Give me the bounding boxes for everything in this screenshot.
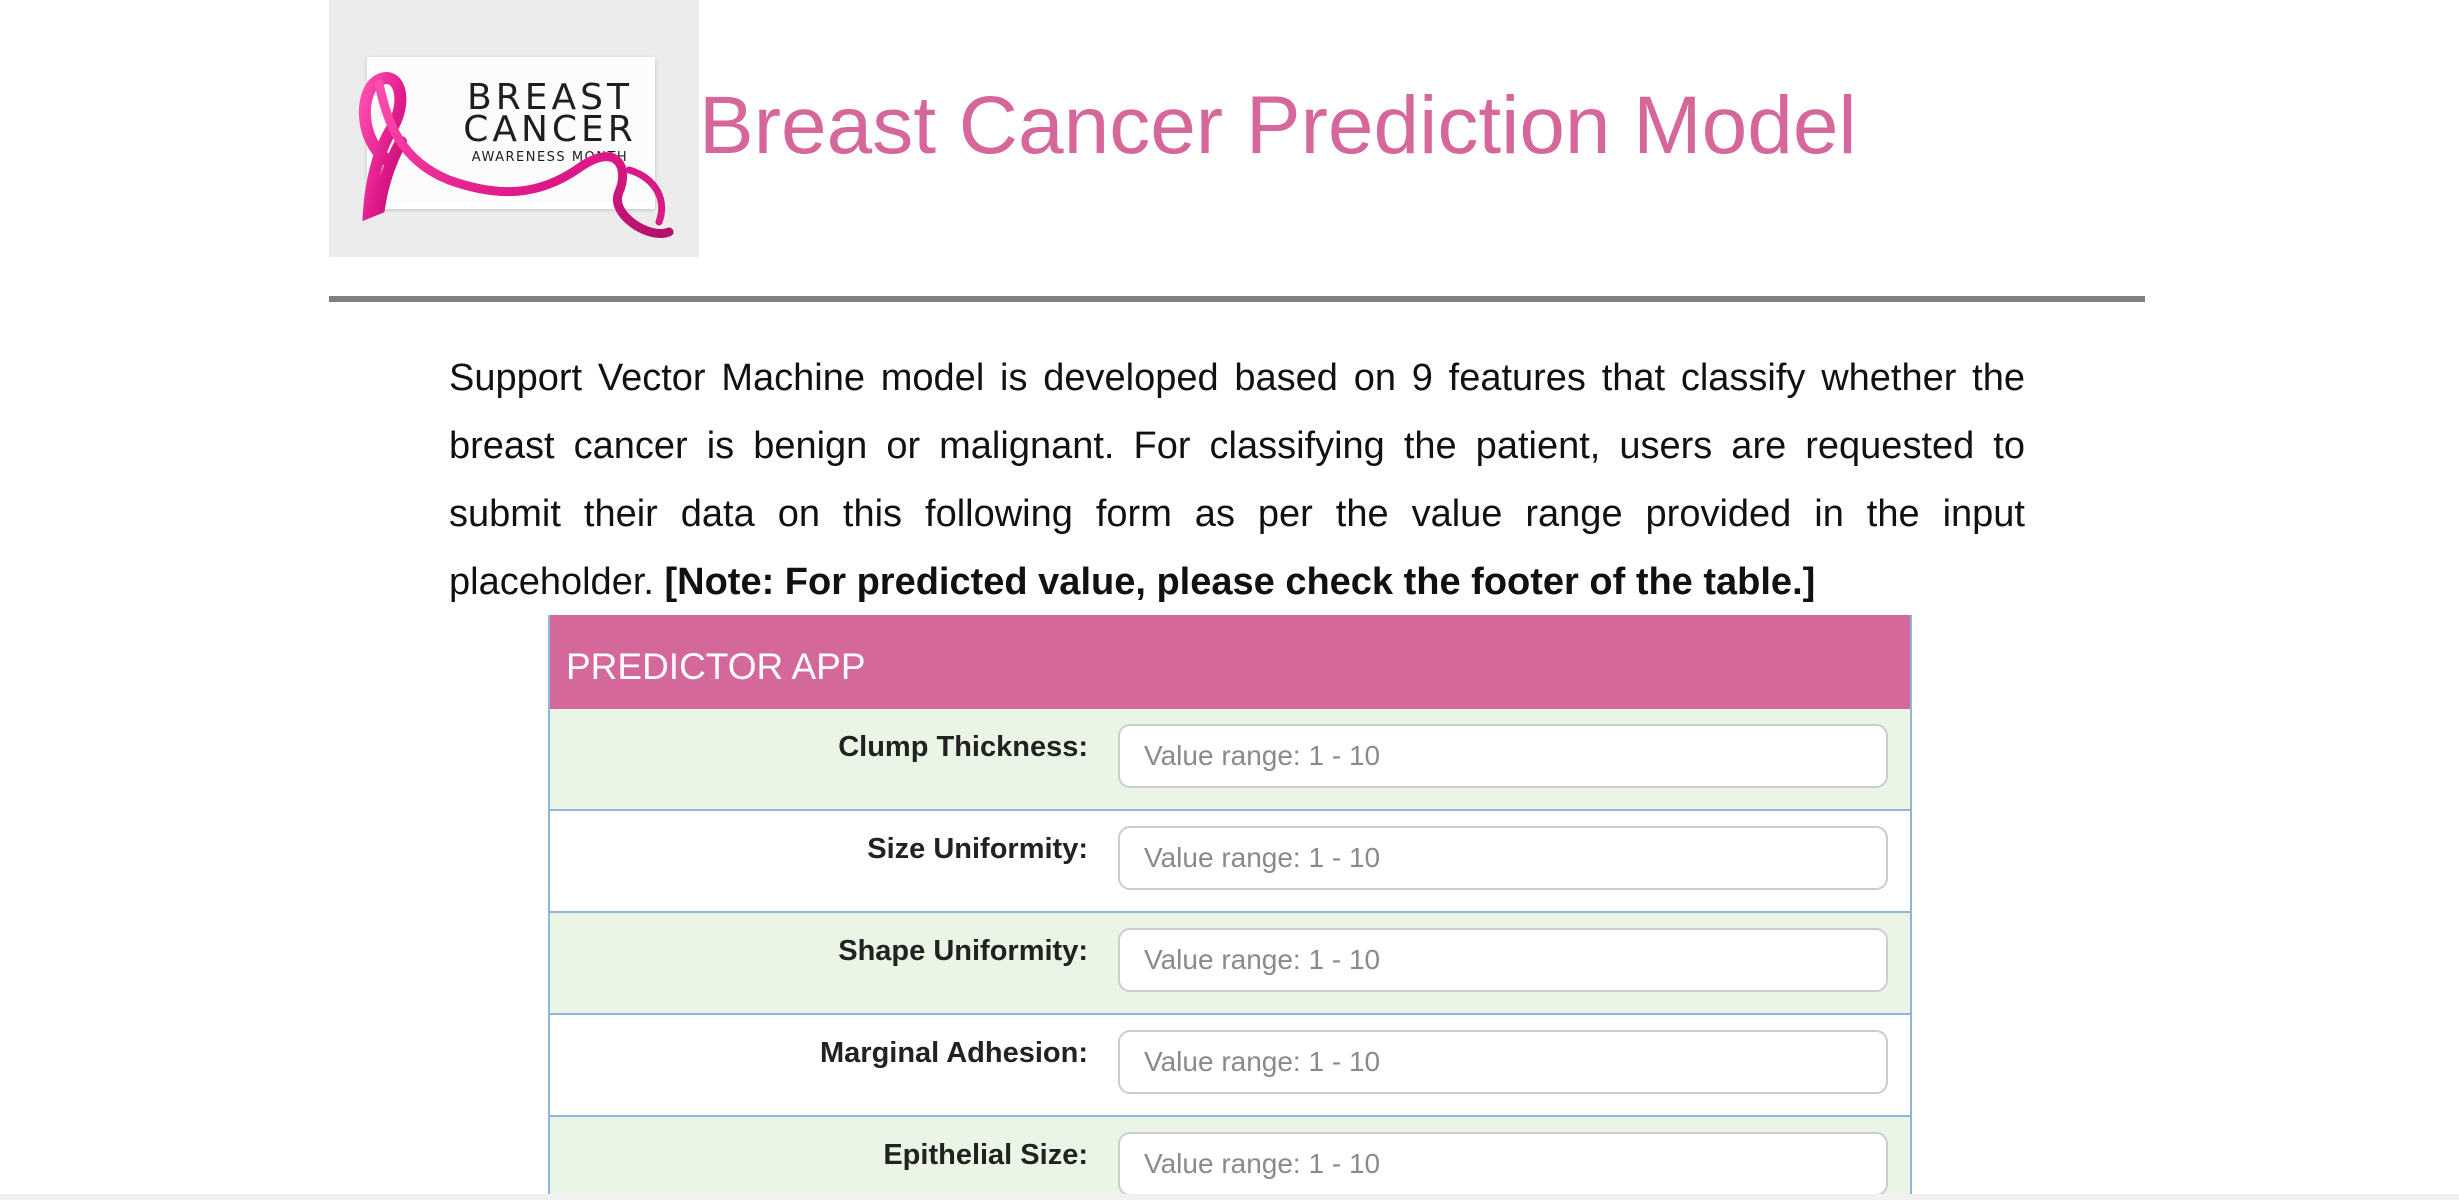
form-row-shape-uniformity: Shape Uniformity: [550,913,1910,1015]
form-row-clump-thickness: Clump Thickness: [550,709,1910,811]
size-uniformity-label: Size Uniformity: [867,833,1088,865]
epithelial-size-label: Epithelial Size: [883,1139,1088,1171]
pink-ribbon-icon [358,72,674,238]
page-title: Breast Cancer Prediction Model [699,80,1857,171]
marginal-adhesion-label: Marginal Adhesion: [820,1037,1088,1069]
marginal-adhesion-input[interactable] [1118,1030,1888,1094]
shape-uniformity-label: Shape Uniformity: [838,935,1088,967]
shape-uniformity-input[interactable] [1118,928,1888,992]
predictor-app-table: PREDICTOR APP Clump Thickness: Size Unif… [548,615,1912,1200]
breast-cancer-awareness-logo: BREAST CANCER AWARENESS MONTH [329,0,699,257]
form-row-marginal-adhesion: Marginal Adhesion: [550,1015,1910,1117]
horizontal-scrollbar[interactable] [0,1194,2459,1200]
page: BREAST CANCER AWARENESS MONTH Breast Can… [0,0,2459,1200]
size-uniformity-input[interactable] [1118,826,1888,890]
intro-paragraph: Support Vector Machine model is develope… [449,344,2025,616]
form-row-epithelial-size: Epithelial Size: [550,1117,1910,1200]
form-row-size-uniformity: Size Uniformity: [550,811,1910,913]
intro-note: [Note: For predicted value, please check… [664,561,1816,603]
predictor-app-header: PREDICTOR APP [550,615,1910,709]
clump-thickness-label: Clump Thickness: [838,731,1088,763]
epithelial-size-input[interactable] [1118,1132,1888,1196]
header-divider [329,296,2145,302]
clump-thickness-input[interactable] [1118,724,1888,788]
